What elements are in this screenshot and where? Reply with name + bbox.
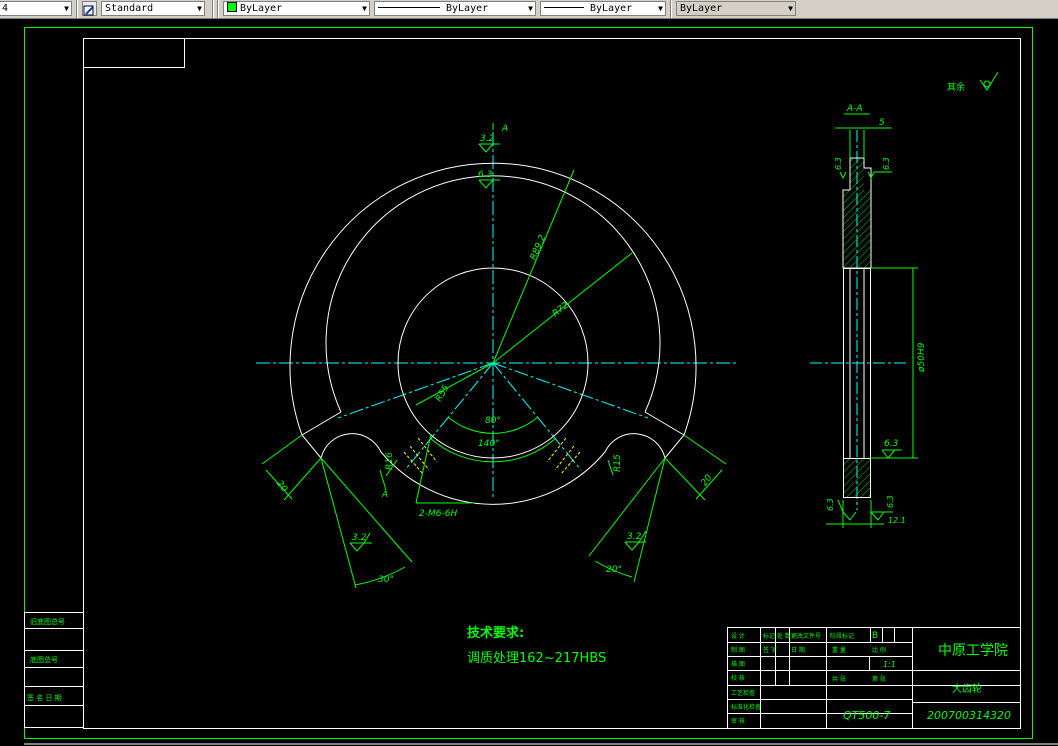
chevron-down-icon[interactable]: ▼: [658, 2, 663, 15]
roughness-right-notch: 3.2: [627, 532, 642, 542]
tb-left-6: 审 核: [731, 717, 745, 725]
dim-thread-note: 2-M6-6H: [419, 509, 457, 519]
tb-right-2: 比 例: [872, 646, 886, 654]
toolbar-separator: [670, 0, 672, 18]
tb-left-5: 标准化检查: [731, 703, 761, 711]
tb-right-1: 重 量: [832, 646, 846, 654]
dim-angle-right: 20°: [606, 565, 622, 575]
color-swatch: [227, 2, 237, 12]
text-style-icon[interactable]: [82, 1, 97, 16]
side-stamp-cell-2: 底图总号: [30, 655, 58, 664]
section-roughness-bottom-left: 6.3: [826, 498, 835, 511]
plot-style-dropdown[interactable]: ByLayer ▼: [676, 1, 796, 16]
sheet-outer-border: [24, 27, 1033, 739]
tech-req-title: 技术要求:: [467, 625, 524, 641]
layer-value: 4: [2, 3, 9, 14]
dim-width-right: 20: [700, 473, 715, 488]
tb-left-1: 制 图: [731, 646, 745, 654]
tech-req-text: 调质处理162~217HBS: [467, 651, 606, 666]
dim-radius-bore: R55: [434, 383, 452, 404]
section-roughness-right: 6.3: [882, 157, 891, 170]
dim-angle-left: 30°: [378, 575, 394, 585]
title-block-part-name: 大齿轮: [952, 682, 982, 695]
drawing-canvas[interactable]: 旧底图总号 底图总号 签 名 日 期 3.2 A 6.3 3.2 3.2 R89…: [0, 18, 1058, 746]
tb-mid-2: 更改文件号: [791, 632, 821, 640]
section-width-label: 5: [879, 118, 885, 128]
lineweight-preview: [544, 7, 584, 8]
properties-toolbar: 4 ▼ Standard ▼ ByLayer ▼ ByLayer ▼ ByLay…: [0, 0, 1058, 19]
threaded-hole-left: [403, 437, 438, 475]
plot-style-value: ByLayer: [680, 3, 723, 14]
tb-mid-0: 标记: [763, 632, 775, 640]
side-stamp-cell-1: 旧底图总号: [30, 617, 65, 626]
dim-notch-radius-left: R16: [385, 452, 395, 470]
other-surfaces-symbol: [979, 71, 999, 91]
title-block-drawing-number: 200700314320: [927, 709, 1011, 722]
tb-mid-3: 签 字: [763, 646, 777, 654]
roughness-top-2: 6.3: [478, 170, 493, 180]
chevron-down-icon[interactable]: ▼: [362, 2, 367, 15]
linetype-value: ByLayer: [446, 3, 489, 14]
lineweight-value: ByLayer: [590, 3, 633, 14]
section-roughness-left: 6.3: [834, 157, 843, 170]
roughness-left-notch: 3.2: [352, 533, 367, 543]
toolbar-separator: [217, 0, 219, 18]
layer-dropdown[interactable]: 4 ▼: [0, 1, 72, 16]
section-roughness-bottom-right: 6.3: [886, 495, 895, 508]
toolbar-separator: [212, 0, 214, 18]
linetype-preview: [378, 7, 440, 8]
section-bottom-label: 12.1: [888, 516, 906, 525]
section-label-bottom: A: [381, 490, 388, 500]
other-surfaces-label: 其余: [947, 81, 965, 93]
drawing-frame: [83, 38, 1021, 729]
section-label-top: A: [501, 124, 508, 134]
dim-angle-inner: 80°: [485, 416, 501, 426]
title-block-material: QT500-7: [843, 709, 890, 722]
roughness-top-1: 3.2: [480, 134, 495, 144]
tb-left-3: 校 核: [731, 674, 745, 682]
title-block-stage-mark: B: [872, 631, 878, 641]
section-roughness-bore: 6.3: [884, 439, 899, 449]
chevron-down-icon[interactable]: ▼: [64, 2, 69, 15]
tb-mid-1: 处 数: [777, 632, 791, 640]
tb-right-0: 阶段标记: [830, 632, 854, 640]
tb-mid-4: 日 期: [791, 646, 805, 654]
roughness-symbols-main: [349, 143, 647, 552]
dim-radius-outer: R89.2: [529, 233, 549, 261]
tb-right-4: 第 张: [872, 675, 886, 683]
lineweight-dropdown[interactable]: ByLayer ▼: [540, 1, 666, 16]
tb-left-2: 描 图: [731, 660, 745, 668]
section-arrow-left: [379, 469, 387, 491]
chevron-down-icon[interactable]: ▼: [528, 2, 533, 15]
title-block-scale: 1:1: [883, 660, 896, 669]
dim-notch-radius-right: R15: [613, 454, 623, 472]
chevron-down-icon[interactable]: ▼: [197, 2, 202, 15]
side-stamp-table: [24, 612, 84, 728]
radius-leader-outer: [492, 169, 575, 364]
main-view: 3.2 A 6.3 3.2 3.2 R89.2 R72 R55 80° 140°…: [256, 123, 736, 589]
threaded-hole-right: [546, 437, 581, 475]
text-style-dropdown[interactable]: Standard ▼: [101, 1, 205, 16]
text-style-value: Standard: [105, 3, 154, 14]
color-dropdown[interactable]: ByLayer ▼: [223, 1, 370, 16]
tb-left-4: 工艺检查: [731, 689, 755, 697]
section-title: A-A: [846, 104, 863, 114]
section-upper-hatch: [843, 190, 871, 268]
corner-label-box: [83, 38, 185, 68]
section-lower-hatch: [843, 458, 871, 498]
dim-angle-outer: 140°: [478, 439, 500, 449]
title-block-left-labels: 设 计 制 图 描 图 校 核 工艺检查 标准化检查 审 核: [731, 632, 761, 725]
side-stamp-cell-3: 签 名 日 期: [27, 693, 62, 702]
section-view: A-A 5 6.3 6.3 ø50H9 6.3 6.3 6.3 12.1: [810, 104, 927, 528]
section-diameter-label: ø50H9: [917, 342, 927, 373]
toolbar-separator: [76, 0, 78, 18]
color-value: ByLayer: [240, 3, 283, 14]
tb-left-0: 设 计: [731, 632, 745, 640]
linetype-dropdown[interactable]: ByLayer ▼: [374, 1, 536, 16]
chevron-down-icon[interactable]: ▼: [788, 2, 793, 15]
title-block-institution: 中原工学院: [938, 643, 1008, 659]
tb-right-3: 共 张: [832, 675, 846, 683]
radius-leader-bore: [415, 362, 494, 406]
